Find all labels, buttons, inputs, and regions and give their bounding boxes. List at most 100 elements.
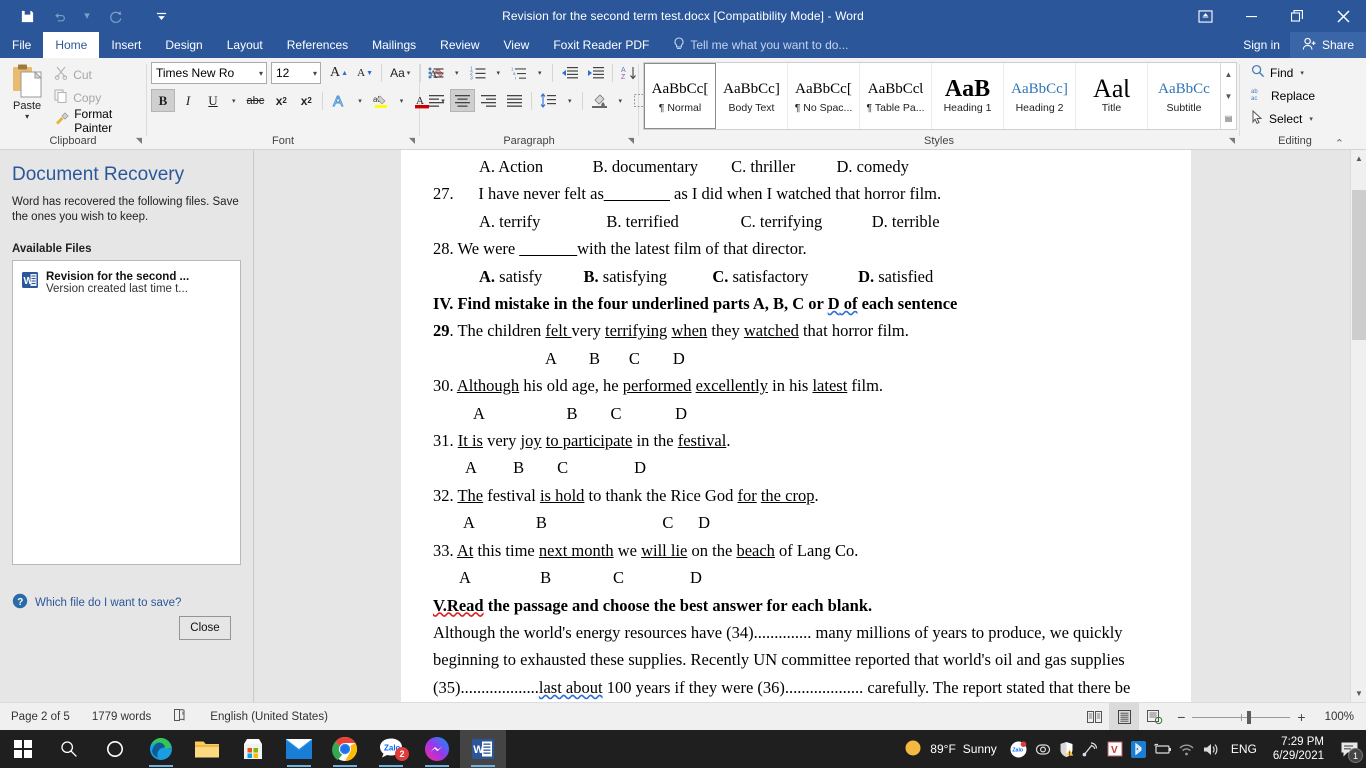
maximize-restore-button[interactable] <box>1274 0 1320 32</box>
font-size-combobox[interactable]: 12 ▾ <box>271 62 321 84</box>
font-dialog-launcher[interactable]: ◥ <box>409 133 415 149</box>
print-layout-button[interactable] <box>1109 703 1140 731</box>
search-icon[interactable] <box>46 730 92 768</box>
line-spacing-caret-icon[interactable]: ▾ <box>562 89 578 112</box>
antenna-tray-icon[interactable] <box>1079 730 1103 768</box>
underline-caret-icon[interactable]: ▾ <box>226 89 242 112</box>
tab-home[interactable]: Home <box>43 32 100 58</box>
styles-scroll-up-button[interactable]: ▲ <box>1221 63 1236 85</box>
grow-font-button[interactable]: A ▲ <box>326 62 352 85</box>
scroll-up-arrow-icon[interactable]: ▲ <box>1351 150 1366 167</box>
shrink-font-button[interactable]: A ▼ <box>353 62 377 85</box>
cut-button[interactable]: Cut <box>50 64 142 85</box>
bluetooth-icon[interactable] <box>1127 730 1151 768</box>
battery-icon[interactable] <box>1151 730 1175 768</box>
v-app-tray-icon[interactable]: V <box>1103 730 1127 768</box>
paste-button[interactable]: Paste ▾ <box>4 61 50 121</box>
action-center-button[interactable]: 1 <box>1332 730 1366 768</box>
change-case-button[interactable]: Aa ▾ <box>386 62 416 85</box>
zoom-out-button[interactable]: − <box>1177 709 1185 725</box>
scroll-down-arrow-icon[interactable]: ▼ <box>1351 685 1366 702</box>
format-painter-button[interactable]: Format Painter <box>50 107 142 135</box>
zoom-thumb[interactable] <box>1247 710 1252 724</box>
replace-button[interactable]: ab ac Replace <box>1248 84 1318 107</box>
zoom-track[interactable] <box>1192 710 1291 724</box>
style-body-text[interactable]: AaBbCc] Body Text <box>716 63 788 129</box>
tab-file[interactable]: File <box>0 32 44 58</box>
style-title[interactable]: AaƖ Title <box>1076 63 1148 129</box>
cortana-icon[interactable] <box>92 730 138 768</box>
tab-insert[interactable]: Insert <box>99 32 153 58</box>
style-normal[interactable]: AaBbCc[ ¶ Normal <box>644 63 716 129</box>
document-page[interactable]: A. Action B. documentary C. thriller D. … <box>401 150 1191 702</box>
italic-button[interactable]: I <box>176 89 200 112</box>
subscript-button[interactable]: x2 <box>269 89 293 112</box>
select-caret-icon[interactable]: ▾ <box>1307 115 1315 123</box>
recovery-help-link[interactable]: ? Which file do I want to save? <box>12 593 241 612</box>
line-spacing-button[interactable] <box>536 89 561 112</box>
style-subtitle[interactable]: AaBbCc Subtitle <box>1148 63 1220 129</box>
style-no-spacing[interactable]: AaBbCc[ ¶ No Spac... <box>788 63 860 129</box>
recovery-close-button[interactable]: Close <box>179 616 231 640</box>
camera-tray-icon[interactable] <box>1031 730 1055 768</box>
multilevel-caret-icon[interactable]: ▾ <box>532 62 548 85</box>
tab-references[interactable]: References <box>275 32 360 58</box>
bold-button[interactable]: B <box>151 89 175 112</box>
tab-foxit-reader-pdf[interactable]: Foxit Reader PDF <box>541 32 661 58</box>
taskbar-app-file-explorer[interactable] <box>184 730 230 768</box>
start-icon[interactable] <box>0 730 46 768</box>
find-caret-icon[interactable]: ▾ <box>1298 69 1306 77</box>
align-center-button[interactable] <box>450 89 475 112</box>
page-number-status[interactable]: Page 2 of 5 <box>0 703 81 731</box>
highlight-caret-icon[interactable]: ▾ <box>394 89 410 112</box>
taskbar-app-chrome[interactable] <box>322 730 368 768</box>
word-count-status[interactable]: 1779 words <box>81 703 162 731</box>
taskbar-app-edge[interactable] <box>138 730 184 768</box>
text-highlight-button[interactable]: ab <box>369 89 393 112</box>
style-heading-2[interactable]: AaBbCc] Heading 2 <box>1004 63 1076 129</box>
superscript-button[interactable]: x2 <box>294 89 318 112</box>
find-button[interactable]: Find ▾ <box>1248 61 1309 84</box>
minimize-button[interactable] <box>1228 0 1274 32</box>
share-button[interactable]: Share <box>1289 32 1366 58</box>
document-vertical-scrollbar[interactable]: ▲ ▼ <box>1350 150 1366 702</box>
bullets-button[interactable] <box>424 62 448 85</box>
read-mode-button[interactable] <box>1079 703 1109 731</box>
document-canvas[interactable]: A. Action B. documentary C. thriller D. … <box>254 150 1366 702</box>
numbering-button[interactable]: 123 <box>466 62 490 85</box>
sign-in-link[interactable]: Sign in <box>1233 32 1290 58</box>
multilevel-list-button[interactable]: 1ai <box>507 62 531 85</box>
styles-dialog-launcher[interactable]: ◥ <box>1229 133 1235 149</box>
increase-indent-button[interactable] <box>583 62 608 85</box>
input-language-indicator[interactable]: ENG <box>1223 742 1265 756</box>
zoom-slider[interactable]: − + <box>1169 709 1313 725</box>
align-left-button[interactable] <box>424 89 449 112</box>
collapse-ribbon-button[interactable]: ⌃ <box>1335 137 1344 150</box>
style-table-paragraph[interactable]: AaBbCcƖ ¶ Table Pa... <box>860 63 932 129</box>
decrease-indent-button[interactable] <box>557 62 582 85</box>
tell-me-search[interactable]: Tell me what you want to do... <box>661 32 848 58</box>
strikethrough-button[interactable]: abc <box>243 89 269 112</box>
copy-button[interactable]: Copy <box>50 87 142 108</box>
volume-icon[interactable] <box>1199 730 1223 768</box>
justify-button[interactable] <box>502 89 527 112</box>
tab-review[interactable]: Review <box>428 32 491 58</box>
underline-button[interactable]: U <box>201 89 225 112</box>
list-item[interactable]: W Revision for the second ... Version cr… <box>13 265 240 301</box>
taskbar-app-microsoft-store[interactable] <box>230 730 276 768</box>
style-heading-1[interactable]: AaB Heading 1 <box>932 63 1004 129</box>
tab-design[interactable]: Design <box>153 32 214 58</box>
clipboard-dialog-launcher[interactable]: ◥ <box>136 133 142 149</box>
weather-widget[interactable]: 89°F Sunny <box>893 738 1007 761</box>
shading-button[interactable] <box>587 89 612 112</box>
zalo-tray-icon[interactable]: Zalo <box>1007 730 1031 768</box>
ribbon-display-options-icon[interactable] <box>1182 0 1228 32</box>
taskbar-app-word[interactable]: W <box>460 730 506 768</box>
taskbar-app-mail[interactable] <box>276 730 322 768</box>
select-button[interactable]: Select ▾ <box>1248 107 1318 130</box>
taskbar-app-messenger[interactable] <box>414 730 460 768</box>
wifi-icon[interactable] <box>1175 730 1199 768</box>
taskbar-app-zalo[interactable]: Zalo 2 <box>368 730 414 768</box>
numbering-caret-icon[interactable]: ▾ <box>491 62 507 85</box>
tab-mailings[interactable]: Mailings <box>360 32 428 58</box>
